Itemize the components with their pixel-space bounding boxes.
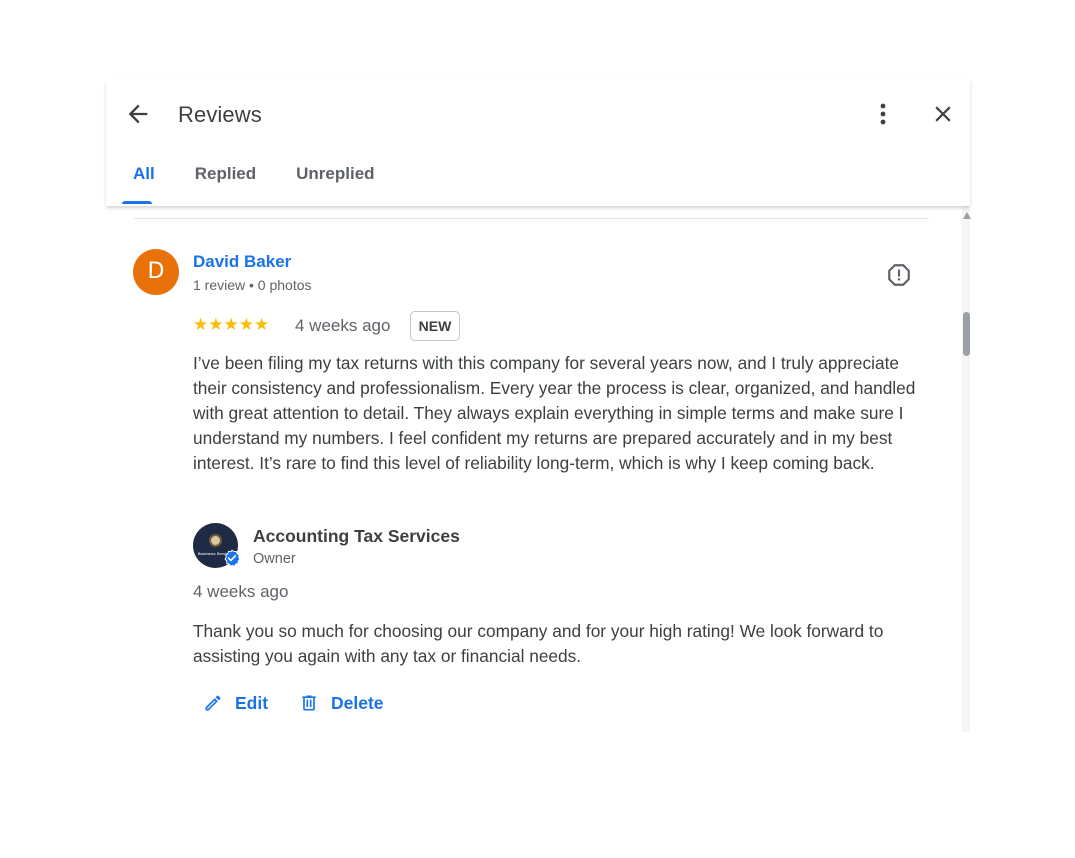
page-title: Reviews: [178, 102, 262, 127]
edit-reply-button[interactable]: Edit: [203, 691, 268, 715]
trash-icon: [302, 695, 316, 711]
edit-label: Edit: [235, 692, 269, 713]
new-badge: NEW: [410, 311, 460, 341]
star-rating: ★★★★★: [193, 315, 270, 335]
scroll-up-arrow-icon[interactable]: [963, 212, 971, 219]
divider: [134, 218, 929, 219]
reviews-panel: Reviews All Replied Unreplied D David Ba…: [106, 80, 971, 732]
review-text: I’ve been filing my tax returns with thi…: [193, 353, 916, 473]
review-tabs: All Replied Unreplied: [133, 158, 415, 206]
tab-replied[interactable]: Replied: [195, 158, 256, 206]
close-button[interactable]: [930, 101, 956, 127]
reviewer-avatar[interactable]: D: [133, 249, 179, 295]
owner-role: Owner: [253, 551, 296, 567]
more-options-button[interactable]: [871, 100, 895, 128]
delete-reply-button[interactable]: Delete: [299, 691, 384, 715]
report-review-button[interactable]: [886, 262, 912, 288]
more-vert-icon: [880, 103, 886, 125]
reviews-header: Reviews All Replied Unreplied: [106, 80, 970, 206]
review-list: D David Baker 1 review • 0 photos ★★★★★ …: [106, 206, 962, 732]
verified-badge-icon: [224, 549, 241, 567]
tab-unreplied[interactable]: Unreplied: [296, 158, 374, 206]
arrow-back-icon: [128, 104, 148, 124]
delete-label: Delete: [331, 692, 384, 713]
owner-logo-emblem: [209, 534, 222, 547]
close-icon: [935, 106, 951, 122]
reviewer-name[interactable]: David Baker: [193, 252, 291, 272]
owner-name: Accounting Tax Services: [253, 526, 460, 546]
reply-date: 4 weeks ago: [193, 582, 289, 601]
scrollbar-thumb[interactable]: [963, 312, 970, 356]
pencil-icon: [205, 695, 221, 711]
reply-text: Thank you so much for choosing our compa…: [193, 621, 884, 666]
scrollbar[interactable]: [962, 206, 971, 732]
back-button[interactable]: [124, 100, 152, 128]
active-tab-indicator: [122, 201, 152, 204]
review-date: 4 weeks ago: [295, 316, 391, 335]
tab-all[interactable]: All: [133, 158, 155, 206]
report-flag-icon: [888, 264, 910, 286]
reviewer-meta: 1 review • 0 photos: [193, 277, 312, 293]
